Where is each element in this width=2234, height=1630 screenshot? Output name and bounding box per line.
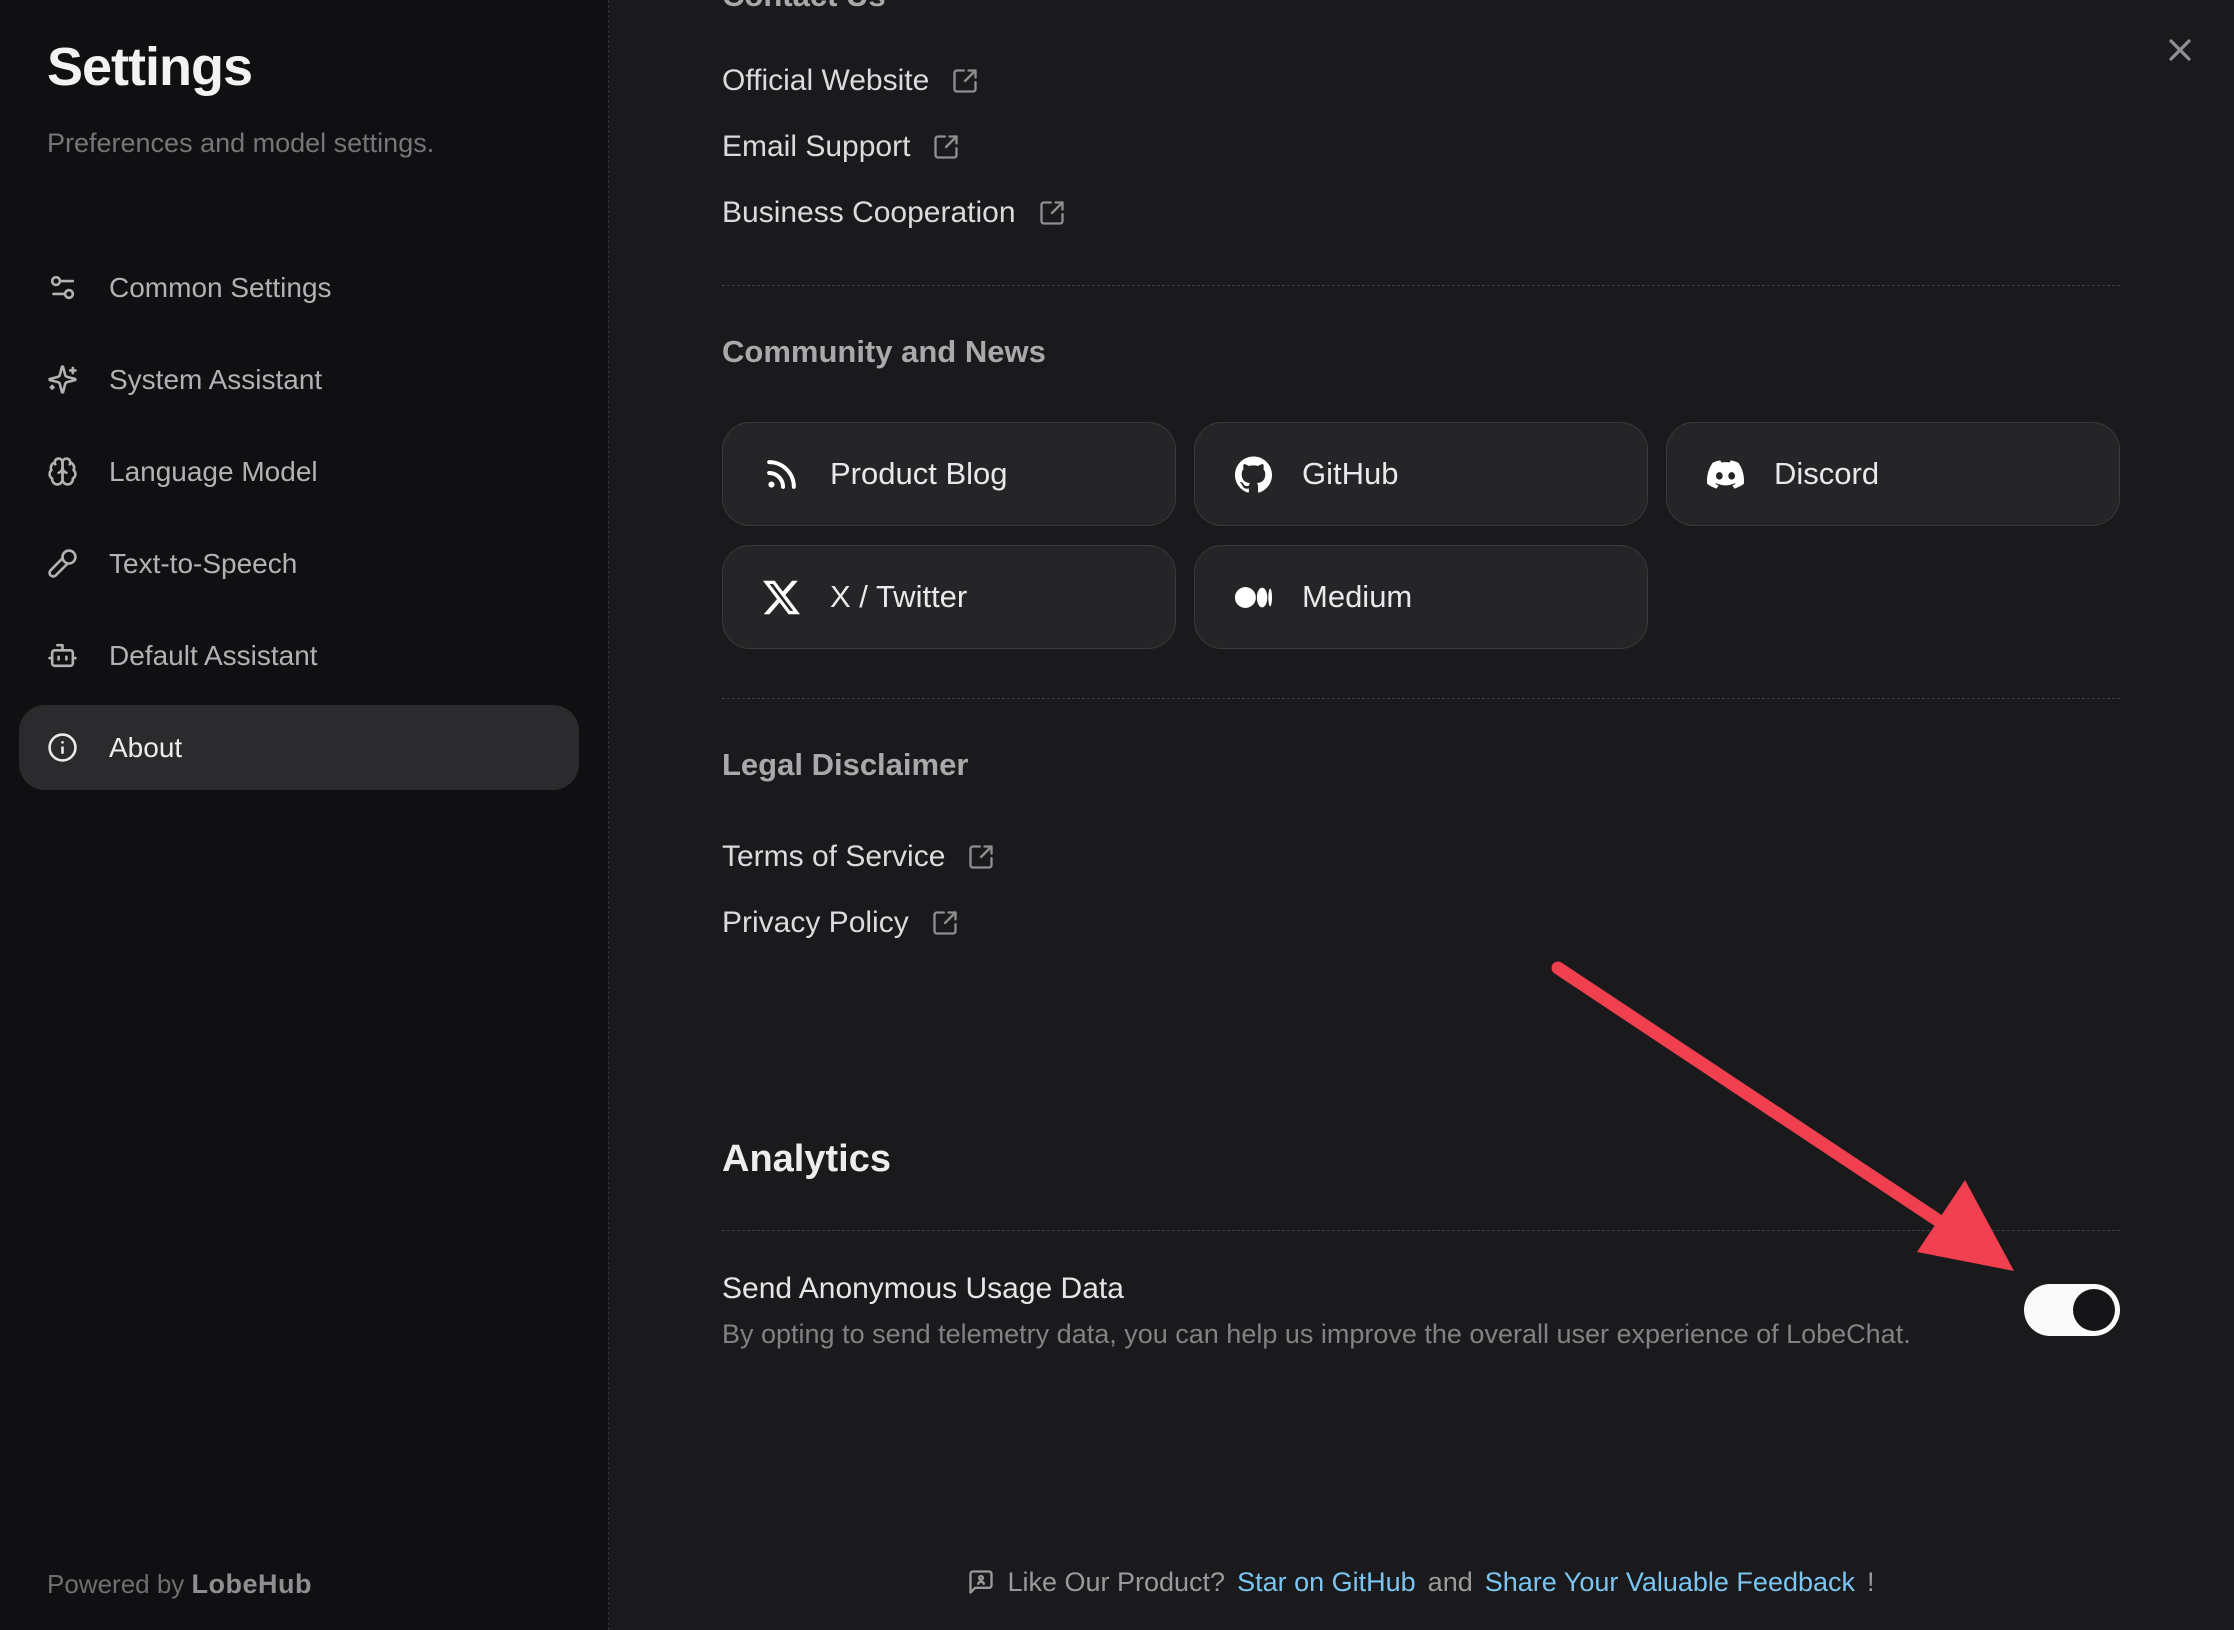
sidebar-item-label: Default Assistant (109, 640, 318, 672)
community-buttons: Product Blog GitHub Discord X / Twitter … (722, 422, 2120, 649)
community-heading: Community and News (722, 330, 2120, 374)
about-panel: Contact Us Official Website Email Suppor… (610, 0, 2234, 1630)
sidebar-menu: Common Settings System Assistant Languag… (19, 245, 579, 797)
footer: Like Our Product? Star on GitHub and Sha… (722, 1560, 2120, 1604)
x-twitter-button[interactable]: X / Twitter (722, 545, 1176, 649)
rss-icon (763, 456, 800, 493)
sidebar-item-label: Language Model (109, 456, 318, 488)
section-divider (722, 698, 2120, 699)
sliders-icon (47, 272, 78, 303)
analytics-setting-text: Send Anonymous Usage Data By opting to s… (722, 1267, 1911, 1353)
discord-button[interactable]: Discord (1666, 422, 2120, 526)
star-on-github-link[interactable]: Star on GitHub (1237, 1567, 1416, 1598)
setting-description: By opting to send telemetry data, you ca… (722, 1315, 1911, 1353)
sidebar-item-language-model[interactable]: Language Model (19, 429, 579, 514)
terms-of-service-link[interactable]: Terms of Service (722, 824, 995, 890)
email-support-link[interactable]: Email Support (722, 114, 960, 180)
powered-by: Powered by LobeHub (47, 1569, 312, 1600)
page-title: Settings (47, 36, 252, 98)
external-link-icon (931, 909, 959, 937)
sidebar-item-text-to-speech[interactable]: Text-to-Speech (19, 521, 579, 606)
contact-us-heading-clipped: Contact Us (722, 0, 2120, 14)
external-link-icon (1038, 199, 1066, 227)
github-button[interactable]: GitHub (1194, 422, 1648, 526)
close-button[interactable] (2158, 28, 2202, 72)
github-icon (1235, 456, 1272, 493)
toggle-knob (2073, 1289, 2115, 1331)
setting-title: Send Anonymous Usage Data (722, 1267, 1911, 1311)
official-website-link[interactable]: Official Website (722, 48, 979, 114)
sidebar-item-label: Common Settings (109, 272, 332, 304)
medium-icon (1235, 579, 1272, 616)
sidebar: Settings Preferences and model settings.… (0, 0, 609, 1630)
sidebar-item-label: Text-to-Speech (109, 548, 297, 580)
brain-icon (47, 456, 78, 487)
sparkles-icon (47, 364, 78, 395)
legal-heading: Legal Disclaimer (722, 743, 2120, 787)
usage-data-toggle[interactable] (2024, 1284, 2120, 1336)
discord-icon (1707, 456, 1744, 493)
share-feedback-link[interactable]: Share Your Valuable Feedback (1485, 1567, 1855, 1598)
external-link-icon (932, 133, 960, 161)
lobehub-brand[interactable]: LobeHub (192, 1569, 312, 1599)
bot-icon (47, 640, 78, 671)
section-divider (722, 285, 2120, 286)
external-link-icon (951, 67, 979, 95)
footer-middle: and (1428, 1567, 1473, 1598)
sidebar-item-label: About (109, 732, 182, 764)
page-subtitle: Preferences and model settings. (47, 128, 434, 159)
section-divider (722, 1230, 2120, 1231)
product-blog-button[interactable]: Product Blog (722, 422, 1176, 526)
feedback-bubble-icon (967, 1568, 995, 1596)
sidebar-item-common-settings[interactable]: Common Settings (19, 245, 579, 330)
analytics-setting-row: Send Anonymous Usage Data By opting to s… (722, 1267, 2120, 1353)
analytics-heading: Analytics (722, 1133, 2120, 1185)
info-icon (47, 732, 78, 763)
grid-empty-cell (1666, 545, 2120, 649)
x-twitter-icon (763, 579, 800, 616)
sidebar-item-about[interactable]: About (19, 705, 579, 790)
sidebar-item-system-assistant[interactable]: System Assistant (19, 337, 579, 422)
external-link-icon (967, 843, 995, 871)
medium-button[interactable]: Medium (1194, 545, 1648, 649)
footer-prefix: Like Our Product? (1007, 1567, 1225, 1598)
business-cooperation-link[interactable]: Business Cooperation (722, 180, 1066, 246)
footer-suffix: ! (1867, 1567, 1875, 1598)
sidebar-item-label: System Assistant (109, 364, 322, 396)
close-icon (2162, 32, 2198, 68)
sidebar-item-default-assistant[interactable]: Default Assistant (19, 613, 579, 698)
privacy-policy-link[interactable]: Privacy Policy (722, 890, 959, 956)
mic-icon (47, 548, 78, 579)
settings-page: Settings Preferences and model settings.… (0, 0, 2234, 1630)
